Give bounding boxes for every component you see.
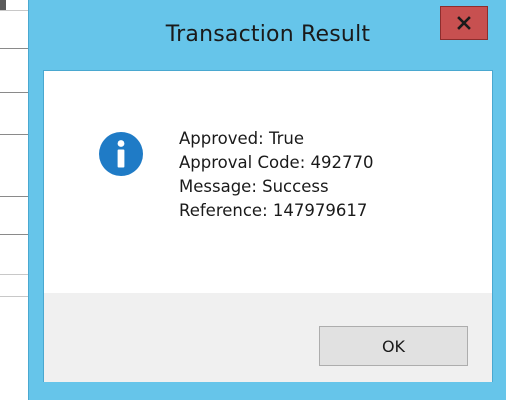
grid-line (0, 274, 28, 275)
title-bar[interactable]: Transaction Result (29, 0, 506, 70)
ok-button[interactable]: OK (319, 326, 468, 366)
reference-line: Reference: 147979617 (179, 201, 368, 220)
grid-line (0, 196, 28, 197)
close-button[interactable] (440, 6, 488, 40)
message-text: Approved: True Approval Code: 492770 Mes… (179, 127, 374, 223)
dialog-content: Approved: True Approval Code: 492770 Mes… (43, 70, 493, 382)
grid-line (0, 92, 28, 93)
grid-line (0, 234, 28, 235)
approval-code-line: Approval Code: 492770 (179, 153, 374, 172)
grid-line (0, 48, 28, 49)
button-area: OK (44, 293, 492, 382)
info-icon (99, 132, 143, 176)
grid-line (0, 296, 28, 297)
background-window (0, 0, 29, 400)
dialog-title: Transaction Result (165, 22, 371, 47)
grid-line (0, 10, 28, 11)
grid-line (0, 134, 28, 135)
close-icon (457, 16, 471, 30)
transaction-result-dialog: Transaction Result Approved: True Approv… (28, 0, 506, 400)
background-window-corner (0, 0, 6, 10)
message-line: Message: Success (179, 177, 329, 196)
message-area: Approved: True Approval Code: 492770 Mes… (44, 71, 492, 293)
approved-line: Approved: True (179, 129, 304, 148)
